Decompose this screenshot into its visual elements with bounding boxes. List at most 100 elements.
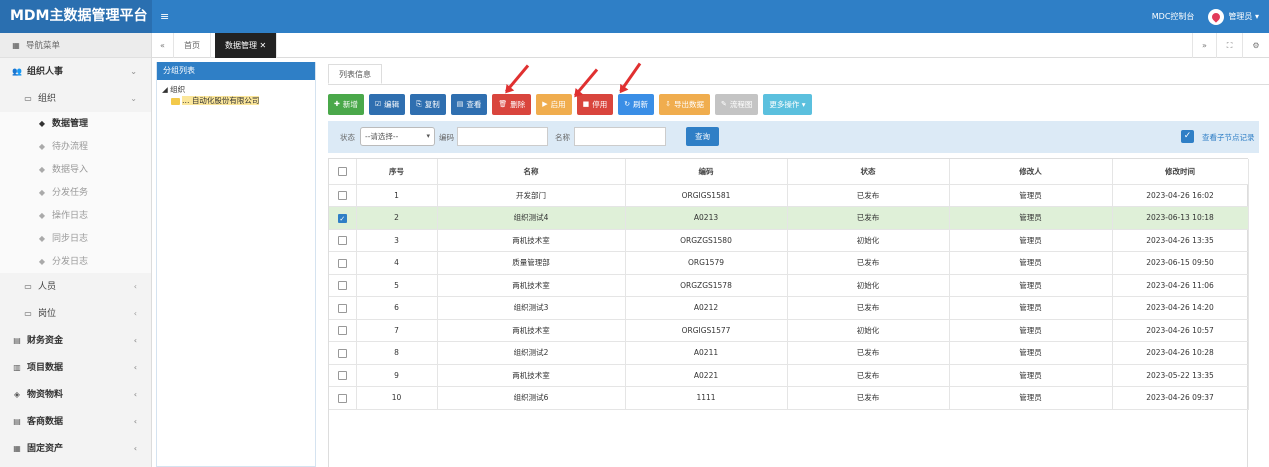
cell-code: ORGZGS1580: [625, 229, 788, 252]
select-all-checkbox[interactable]: [337, 167, 347, 176]
sidebar-item[interactable]: ◆ 待办流程: [0, 135, 151, 158]
button-label: 编辑: [384, 100, 400, 109]
sidebar-item[interactable]: ◆ 操作日志: [0, 204, 151, 227]
sidebar-item-label: 岗位: [38, 309, 57, 319]
sidebar-item[interactable]: 👥 组织人事 ⌄: [0, 58, 151, 85]
menu-toggle-icon[interactable]: ≡: [160, 0, 169, 33]
table-row[interactable]: 3 两机技术室 ORGZGS1580 初始化 管理员 2023-04-26 13:35: [329, 229, 1249, 252]
sidebar-item[interactable]: ▭ 组织 ⌄: [0, 85, 151, 112]
chevron-down-icon: ⌄: [130, 94, 137, 103]
export-button[interactable]: ⇩ 导出数据: [659, 94, 711, 115]
button-label: 复制: [424, 100, 440, 109]
table-row[interactable]: 1 开发部门 ORGIGS1581 已发布 管理员 2023-04-26 16:02: [329, 184, 1249, 207]
row-select-cell[interactable]: [329, 274, 357, 297]
add-button[interactable]: ✚ 新增: [328, 94, 364, 115]
sidebar-item[interactable]: ◆ 数据管理: [0, 112, 151, 135]
button-label: 导出数据: [674, 100, 705, 109]
sidebar-item[interactable]: ◆ 数据导入: [0, 158, 151, 181]
query-button[interactable]: 查询: [686, 127, 719, 146]
edit-icon: ☑: [374, 100, 382, 108]
cell-status: 已发布: [787, 296, 950, 320]
cell-name: 开发部门: [437, 184, 626, 207]
row-checkbox[interactable]: [337, 236, 347, 245]
copy-button[interactable]: ⎘ 复制: [410, 94, 446, 115]
settings-icon[interactable]: ⚙: [1243, 33, 1269, 58]
row-checkbox[interactable]: [337, 326, 347, 335]
sidebar-item[interactable]: ▤ 客商数据 ‹: [0, 408, 151, 435]
code-input[interactable]: [457, 127, 548, 146]
table-row[interactable]: 10 组织测试6 1111 已发布 管理员 2023-04-26 09:37: [329, 386, 1249, 410]
table-row[interactable]: 4 质量管理部 ORG1579 已发布 管理员 2023-06-15 09:50: [329, 251, 1249, 275]
more-actions-button[interactable]: 更多操作 ▾: [763, 94, 812, 115]
enable-button[interactable]: ▶ 启用: [536, 94, 572, 115]
tag-icon: ◆: [38, 119, 46, 128]
row-checkbox[interactable]: [337, 281, 347, 290]
row-select-cell[interactable]: [329, 364, 357, 387]
cell-status: 初始化: [787, 274, 950, 297]
sidebar-item[interactable]: ◈ 物资物料 ‹: [0, 381, 151, 408]
row-select-cell[interactable]: ✓: [329, 206, 357, 230]
tab-list-info[interactable]: 列表信息: [328, 64, 382, 84]
cell-time: 2023-04-26 16:02: [1112, 184, 1249, 207]
chevron-left-icon: ‹: [133, 363, 137, 372]
sidebar-item[interactable]: ▭ 岗位 ‹: [0, 300, 151, 327]
row-checkbox[interactable]: [337, 191, 347, 200]
tree-node-company[interactable]: … 自动化股份有限公司: [157, 95, 315, 106]
divider: [328, 84, 1269, 85]
sidebar-item[interactable]: ▦ 固定资产 ‹: [0, 435, 151, 462]
cell-time: 2023-05-22 13:35: [1112, 364, 1249, 387]
name-label: 名称: [555, 133, 570, 142]
view-button[interactable]: ▤ 查看: [450, 94, 488, 115]
table-row[interactable]: ✓ 2 组织测试4 A0213 已发布 管理员 2023-06-13 10:18: [329, 206, 1249, 230]
table-row[interactable]: 7 两机技术室 ORGIGS1577 初始化 管理员 2023-04-26 10:57: [329, 319, 1249, 342]
select-all-cell[interactable]: [329, 159, 357, 185]
table-row[interactable]: 8 组织测试2 A0211 已发布 管理员 2023-04-26 10:28: [329, 341, 1249, 365]
sidebar-item[interactable]: ◆ 同步日志: [0, 227, 151, 250]
refresh-button[interactable]: ↻ 刷新: [618, 94, 655, 115]
cell-modifier: 管理员: [949, 251, 1113, 275]
table-row[interactable]: 9 两机技术室 A0221 已发布 管理员 2023-05-22 13:35: [329, 364, 1249, 387]
tab-forward-icon[interactable]: »: [1192, 33, 1217, 58]
row-select-cell[interactable]: [329, 229, 357, 252]
fullscreen-icon[interactable]: ⛶: [1217, 33, 1243, 58]
tree-node-root[interactable]: ◢ 组织: [157, 84, 315, 95]
row-checkbox[interactable]: [337, 258, 347, 268]
sidebar-item[interactable]: ▭ 人员 ‹: [0, 273, 151, 300]
row-checkbox[interactable]: ✓: [337, 213, 347, 223]
row-checkbox[interactable]: [337, 371, 347, 380]
table-row[interactable]: 5 两机技术室 ORGZGS1578 初始化 管理员 2023-04-26 11:06: [329, 274, 1249, 297]
sidebar-item[interactable]: ▤ 财务资金 ‹: [0, 327, 151, 354]
row-select-cell[interactable]: [329, 386, 357, 410]
flowchart-button[interactable]: ✎ 流程图: [715, 94, 759, 115]
cell-name: 两机技术室: [437, 274, 626, 297]
name-input[interactable]: [574, 127, 666, 146]
row-select-cell[interactable]: [329, 251, 357, 275]
user-menu[interactable]: 管理员 ▾: [1228, 11, 1259, 22]
cell-status: 初始化: [787, 319, 950, 342]
edit-button[interactable]: ☑ 编辑: [368, 94, 406, 115]
tab-back-icon[interactable]: «: [152, 33, 174, 58]
row-select-cell[interactable]: [329, 184, 357, 207]
include-children-checkbox[interactable]: ✓: [1181, 130, 1194, 143]
sidebar-item[interactable]: ◆ 分发任务: [0, 181, 151, 204]
row-checkbox[interactable]: [337, 393, 347, 403]
status-select[interactable]: --请选择-- ▾: [360, 127, 435, 146]
tab-data-management[interactable]: 数据管理 ✕: [215, 33, 278, 58]
row-checkbox[interactable]: [337, 303, 347, 313]
row-select-cell[interactable]: [329, 341, 357, 365]
row-select-cell[interactable]: [329, 296, 357, 320]
sidebar-item[interactable]: ◆ 分发日志: [0, 250, 151, 273]
cubes-icon: ◈: [13, 390, 21, 399]
row-select-cell[interactable]: [329, 319, 357, 342]
cell-code: 1111: [625, 386, 788, 410]
tab-home[interactable]: 首页: [174, 33, 211, 58]
table-row[interactable]: 6 组织测试3 A0212 已发布 管理员 2023-04-26 14:20: [329, 296, 1249, 320]
button-label: 流程图: [729, 100, 753, 109]
sidebar-item[interactable]: ▥ 项目数据 ‹: [0, 354, 151, 381]
user-avatar-icon[interactable]: [1208, 8, 1225, 25]
sidebar-item-label: 物资物料: [27, 390, 64, 400]
row-checkbox[interactable]: [337, 348, 347, 358]
disable-button[interactable]: ■ 停用: [576, 94, 614, 115]
delete-button[interactable]: 🗑 删除: [492, 94, 532, 115]
mdc-console-link[interactable]: MDC控制台: [1152, 11, 1195, 22]
